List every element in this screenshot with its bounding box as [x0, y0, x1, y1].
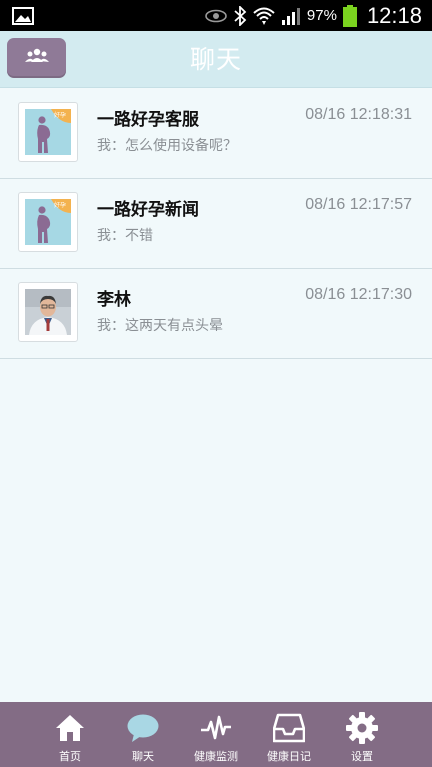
gear-icon	[345, 711, 379, 745]
battery-percent: 97%	[306, 7, 337, 24]
chat-name: 李林	[97, 290, 131, 310]
page-title: 聊天	[189, 45, 242, 74]
pregnancy-logo: 好孕	[25, 109, 71, 155]
chat-time: 08/16 12:17:57	[305, 196, 412, 213]
pulse-icon	[199, 711, 233, 745]
inbox-icon	[272, 711, 306, 745]
nav-label: 设置	[351, 750, 373, 763]
battery-icon	[342, 4, 357, 27]
nav-label: 聊天	[132, 750, 154, 763]
chat-item[interactable]: 好孕 一路好孕客服 08/16 12:18:31 我：怎么使用设备呢？	[0, 89, 432, 179]
nav-item-home[interactable]: 首页	[34, 702, 107, 767]
avatar-badge: 好孕	[54, 201, 66, 209]
nav-item-health-monitor[interactable]: 健康监测	[180, 702, 253, 767]
chat-item[interactable]: 李林 08/16 12:17:30 我：这两天有点头晕	[0, 269, 432, 359]
chat-name: 一路好孕客服	[97, 110, 199, 130]
chat-preview: 我：不错	[97, 228, 153, 244]
nav-item-settings[interactable]: 设置	[326, 702, 399, 767]
signal-icon	[281, 7, 301, 25]
avatar: 好孕	[18, 192, 78, 252]
chat-list: 好孕 一路好孕客服 08/16 12:18:31 我：怎么使用设备呢？ 好孕 一…	[0, 89, 432, 359]
bluetooth-icon	[233, 5, 247, 26]
home-icon	[53, 711, 87, 745]
avatar	[18, 282, 78, 342]
avatar-badge: 好孕	[54, 111, 66, 119]
status-left	[12, 6, 34, 25]
bottom-nav: 首页 聊天 健康监测 健康日记 设置	[0, 702, 432, 767]
nav-label: 健康监测	[194, 750, 238, 763]
pregnancy-logo: 好孕	[25, 199, 71, 245]
nav-label: 首页	[59, 750, 81, 763]
status-right: 97% 12:18	[205, 3, 422, 29]
clock: 12:18	[366, 2, 422, 28]
chat-preview: 我：怎么使用设备呢？	[97, 138, 237, 154]
chat-name: 一路好孕新闻	[97, 200, 199, 220]
eye-icon	[205, 9, 227, 23]
header: 聊天	[0, 31, 432, 88]
chat-bubble-icon	[126, 711, 160, 745]
wifi-icon	[253, 6, 275, 26]
doctor-photo	[25, 289, 71, 335]
chat-preview: 我：这两天有点头晕	[97, 318, 223, 334]
chat-time: 08/16 12:18:31	[305, 106, 412, 123]
chat-item[interactable]: 好孕 一路好孕新闻 08/16 12:17:57 我：不错	[0, 179, 432, 269]
nav-item-chat[interactable]: 聊天	[107, 702, 180, 767]
nav-label: 健康日记	[267, 750, 311, 763]
nav-item-health-diary[interactable]: 健康日记	[253, 702, 326, 767]
avatar: 好孕	[18, 102, 78, 162]
status-bar: 97% 12:18	[0, 0, 432, 31]
chat-time: 08/16 12:17:30	[305, 286, 412, 303]
image-icon	[12, 6, 34, 25]
